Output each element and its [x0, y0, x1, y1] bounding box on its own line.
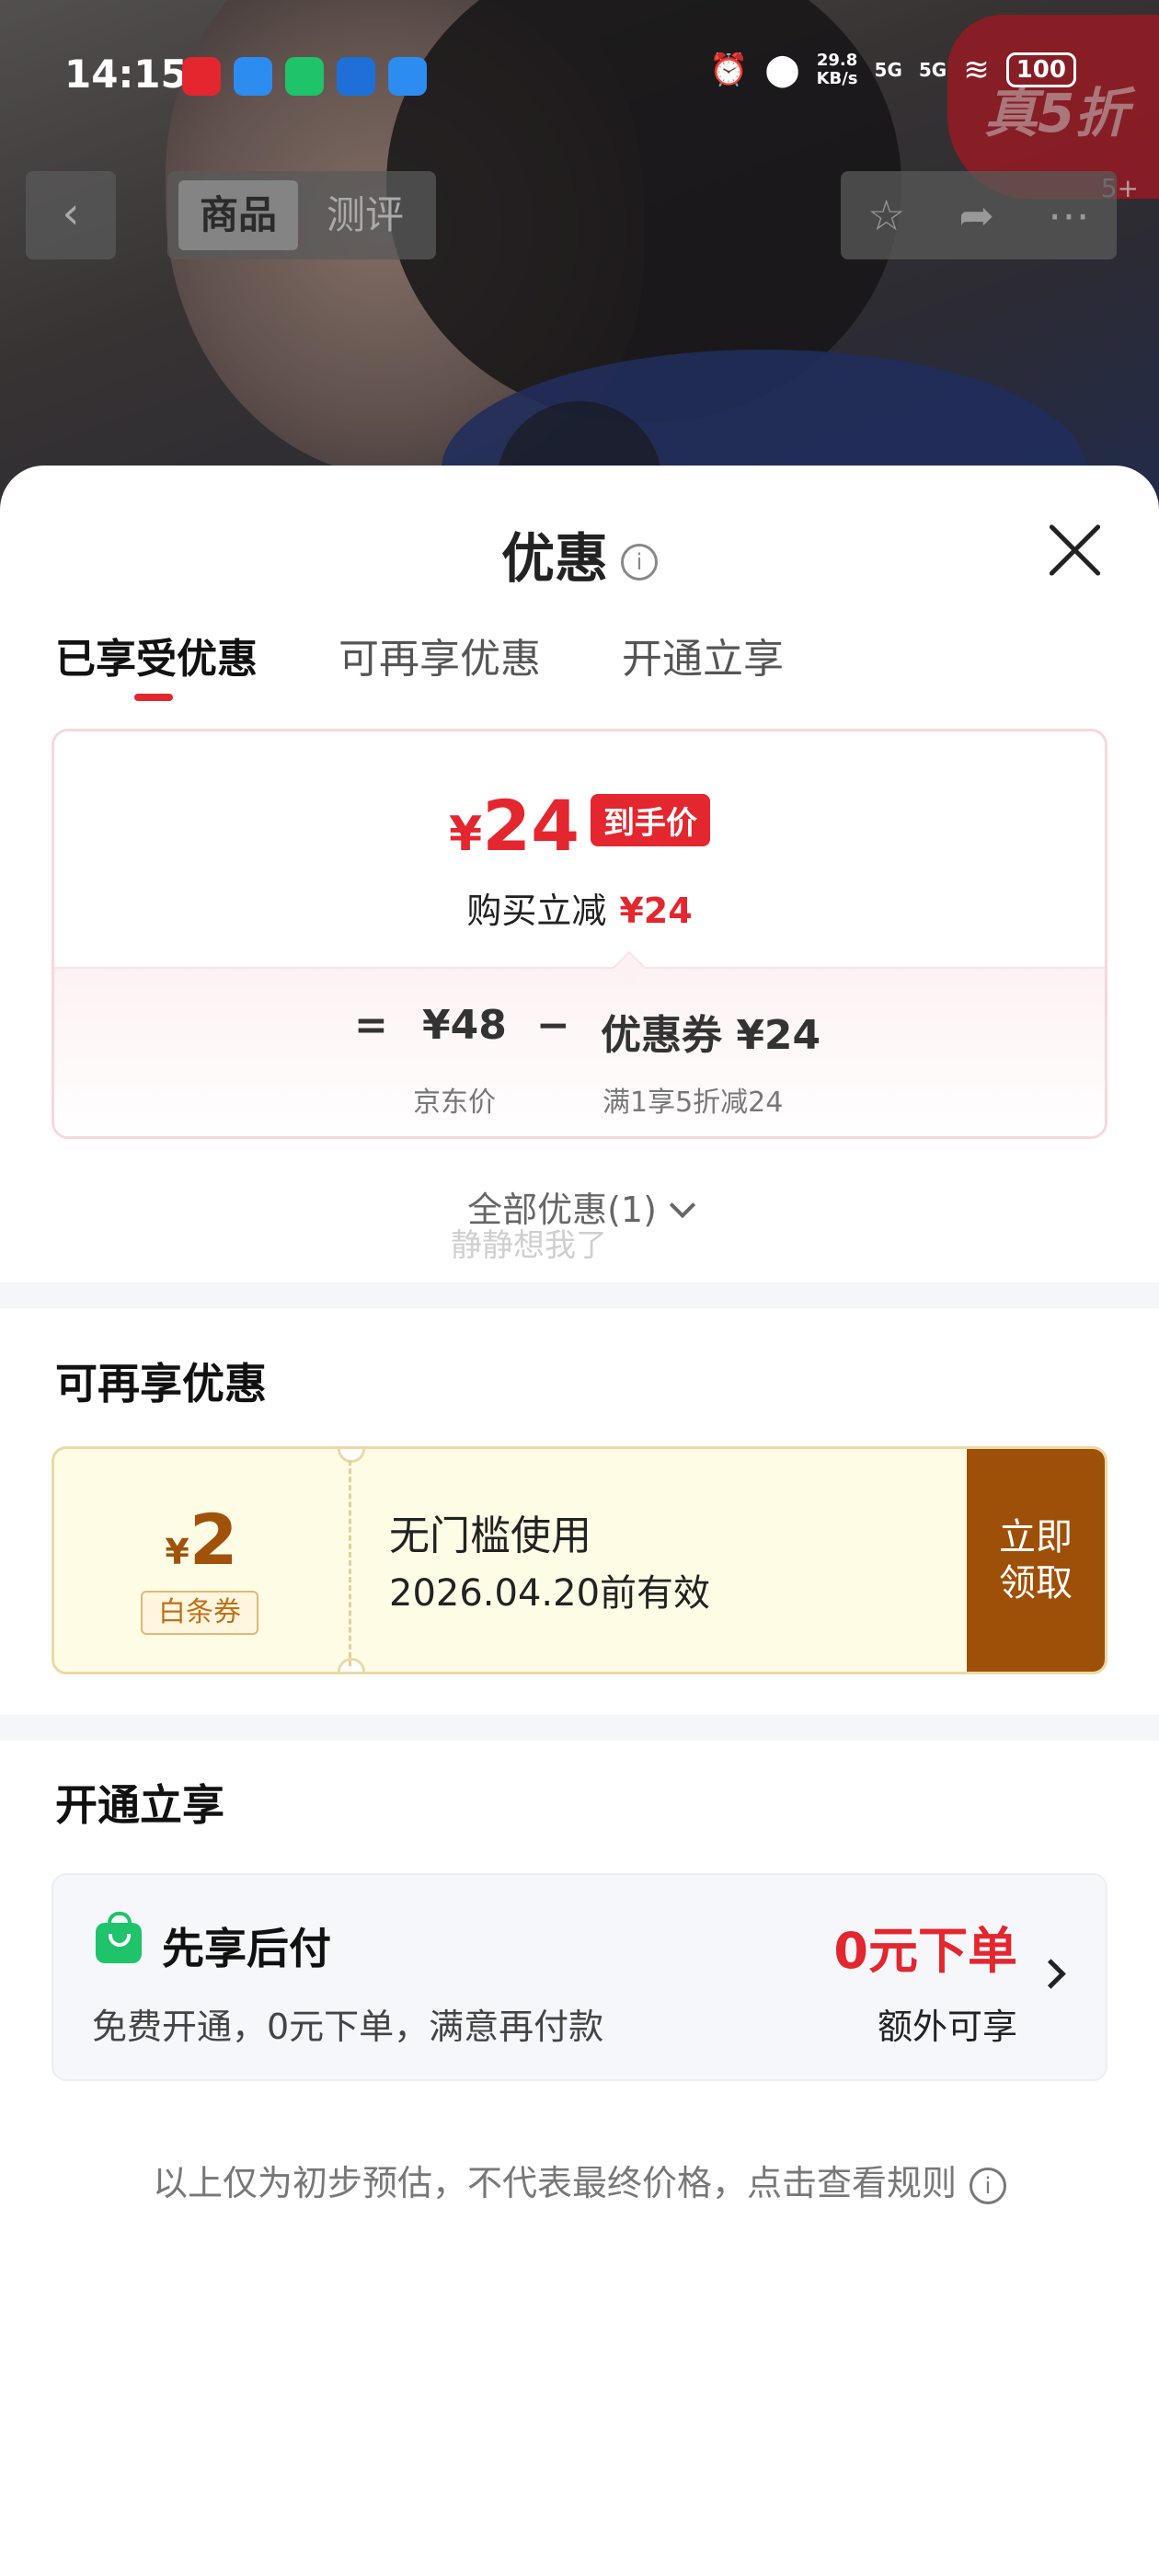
close-icon[interactable] — [1045, 521, 1104, 580]
status-indicators: ⏰ ⬤ 29.8 KB/s 5G 5G ≋ 100 — [709, 52, 1076, 88]
nav-actions: ☆ ➦ ⋯ — [841, 171, 1117, 259]
jd-app-icon — [182, 57, 221, 96]
net-speed: 29.8 KB/s — [816, 51, 858, 88]
pay-later-desc: 免费开通，0元下单，满意再付款 — [92, 2007, 604, 2047]
coupon-type-badge: 白条券 — [141, 1591, 258, 1635]
home-app-icon — [234, 57, 272, 96]
location-icon: ⬤ — [764, 52, 800, 88]
claim-coupon-button[interactable]: 立即 领取 — [967, 1449, 1105, 1672]
rules-info-icon[interactable]: i — [970, 2167, 1006, 2204]
pay-later-highlight: 0元下单 — [833, 1922, 1017, 1980]
coupon-condition: 无门槛使用 — [389, 1512, 591, 1559]
instant-discount-value: ¥24 — [619, 891, 693, 931]
discount-tabs: 已享受优惠 可再享优惠 开通立享 — [55, 626, 865, 701]
jd-price-label: 京东价 — [413, 1087, 496, 1119]
tab-more-available-label: 可再享优惠 — [339, 636, 541, 683]
final-price-tag: 到手价 — [590, 794, 710, 846]
sheet-title-text: 优惠 — [500, 527, 608, 590]
price-breakdown: = ¥48 − 优惠券 ¥24 京东价 满1享5折减24 — [54, 950, 1105, 1136]
tab-activate[interactable]: 开通立享 — [622, 626, 784, 690]
tab-product[interactable]: 商品 — [178, 180, 298, 250]
tab-enjoyed-label: 已享受优惠 — [55, 636, 258, 683]
coupon-value-area: ¥2 白条券 — [54, 1449, 349, 1672]
final-price-amount: 24 — [482, 785, 580, 867]
product-tabs: 商品 测评 — [167, 171, 436, 259]
info-icon[interactable]: i — [621, 543, 658, 581]
more-discounts-title: 可再享优惠 — [55, 1359, 267, 1409]
minus-sign: − — [536, 1002, 570, 1049]
coupon-currency: ¥ — [165, 1532, 189, 1572]
estimate-footnote[interactable]: 以上仅为初步预估，不代表最终价格，点击查看规则 i — [0, 2155, 1159, 2205]
eyes-app-icon — [337, 57, 375, 96]
discount-sheet: 优惠 i 已享受优惠 可再享优惠 开通立享 ¥24 到手价 购买立减 ¥24 = ¥ — [0, 466, 1159, 2576]
instant-discount-label: 购买立减 — [466, 891, 607, 931]
final-price: ¥24 到手价 — [54, 785, 1105, 867]
jd-price: ¥48 — [422, 1002, 507, 1049]
watermark: 静静想我了 — [451, 1227, 607, 1264]
sheet-title: 优惠 i — [0, 515, 1159, 592]
pay-later-extra: 额外可享 — [877, 2007, 1017, 2047]
claim-button-label: 立即 领取 — [999, 1516, 1073, 1604]
alarm-icon: ⏰ — [709, 52, 749, 88]
coupon-value: 2 — [189, 1499, 238, 1581]
baitiao-coupon: ¥2 白条券 无门槛使用 2026.04.20前有效 立即 领取 — [52, 1446, 1107, 1674]
coupon-rule: 满1享5折减24 — [602, 1087, 784, 1119]
price-card: ¥24 到手价 购买立减 ¥24 = ¥48 − 优惠券 ¥24 京东价 满1享5折… — [52, 729, 1107, 1139]
notification-icons — [182, 57, 427, 96]
battery-indicator: 100 — [1005, 52, 1076, 87]
status-time: 14:15 — [64, 52, 188, 97]
section-divider — [0, 1282, 1159, 1308]
wechat-icon — [285, 57, 324, 96]
coupon-notch-bottom — [338, 1658, 365, 1672]
price-formula: = ¥48 − 优惠券 ¥24 京东价 满1享5折减24 — [54, 1002, 1105, 1119]
signal-5g-2: 5G — [918, 59, 947, 81]
section-divider-2 — [0, 1715, 1159, 1741]
tab-more-available[interactable]: 可再享优惠 — [339, 626, 541, 690]
coupon-dashed-divider — [349, 1460, 351, 1666]
equals-sign: = — [354, 1002, 388, 1049]
wifi-icon: ≋ — [963, 52, 990, 88]
chat-app-icon — [388, 57, 427, 96]
tab-activate-label: 开通立享 — [622, 636, 784, 683]
activate-section-title: 开通立享 — [55, 1780, 224, 1830]
back-button[interactable]: ‹ — [26, 171, 116, 259]
tab-review[interactable]: 测评 — [305, 180, 425, 250]
final-price-currency: ¥ — [449, 807, 483, 862]
star-icon[interactable]: ☆ — [867, 190, 905, 240]
product-nav-bar: ‹ 商品 测评 ☆ ➦ ⋯ — [0, 171, 1159, 259]
chevron-down-icon — [669, 1191, 696, 1219]
share-icon[interactable]: ➦ — [958, 190, 994, 240]
coupon-amount: ¥2 — [54, 1499, 349, 1581]
coupon-validity: 2026.04.20前有效 — [389, 1572, 711, 1615]
price-summary: ¥24 到手价 购买立减 ¥24 — [54, 731, 1105, 967]
more-icon[interactable]: ⋯ — [1048, 190, 1090, 240]
instant-discount: 购买立减 ¥24 — [54, 882, 1105, 933]
status-bar: 14:15 ⏰ ⬤ 29.8 KB/s 5G 5G ≋ 100 — [0, 0, 1159, 156]
chevron-right-icon — [1036, 1959, 1066, 1989]
footnote-text: 以上仅为初步预估，不代表最终价格，点击查看规则 — [152, 2163, 957, 2203]
pay-later-title: 先享后付 — [162, 1924, 331, 1973]
coupon-deduction: 优惠券 ¥24 — [601, 1012, 821, 1059]
signal-5g-1: 5G — [874, 59, 902, 81]
shopping-bag-icon — [96, 1912, 142, 1963]
tab-enjoyed[interactable]: 已享受优惠 — [55, 626, 258, 701]
pay-later-card[interactable]: 先享后付 免费开通，0元下单，满意再付款 0元下单 额外可享 — [52, 1873, 1107, 2081]
active-tab-indicator — [134, 694, 173, 701]
